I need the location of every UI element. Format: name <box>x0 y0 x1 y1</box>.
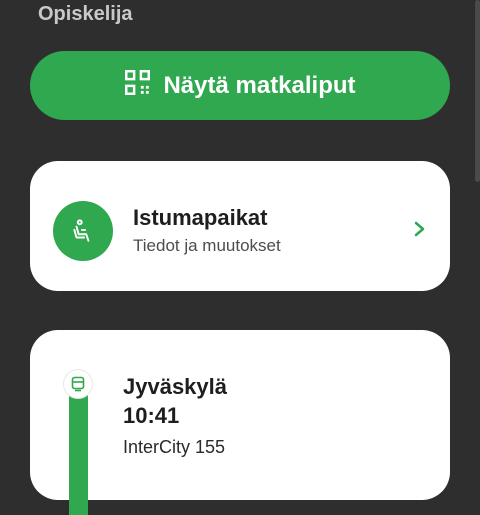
show-tickets-label: Näytä matkaliput <box>163 71 356 99</box>
passenger-type-label: Opiskelija <box>38 3 133 25</box>
qr-code-icon <box>124 69 151 103</box>
journey-card[interactable]: Jyväskylä 10:41 InterCity 155 <box>30 330 450 515</box>
station-name: Jyväskylä <box>123 374 227 399</box>
train-name: InterCity 155 <box>123 437 226 457</box>
train-icon <box>64 370 92 398</box>
departure-time: 10:41 <box>123 403 180 428</box>
seats-title: Istumapaikat <box>133 205 268 230</box>
seat-icon <box>53 201 113 261</box>
show-tickets-button[interactable]: Näytä matkaliput <box>30 51 450 120</box>
scrollbar[interactable] <box>475 0 480 182</box>
chevron-right-icon <box>414 221 425 237</box>
seats-subtitle: Tiedot ja muutokset <box>133 236 281 255</box>
seats-card[interactable]: Istumapaikat Tiedot ja muutokset <box>30 161 450 291</box>
